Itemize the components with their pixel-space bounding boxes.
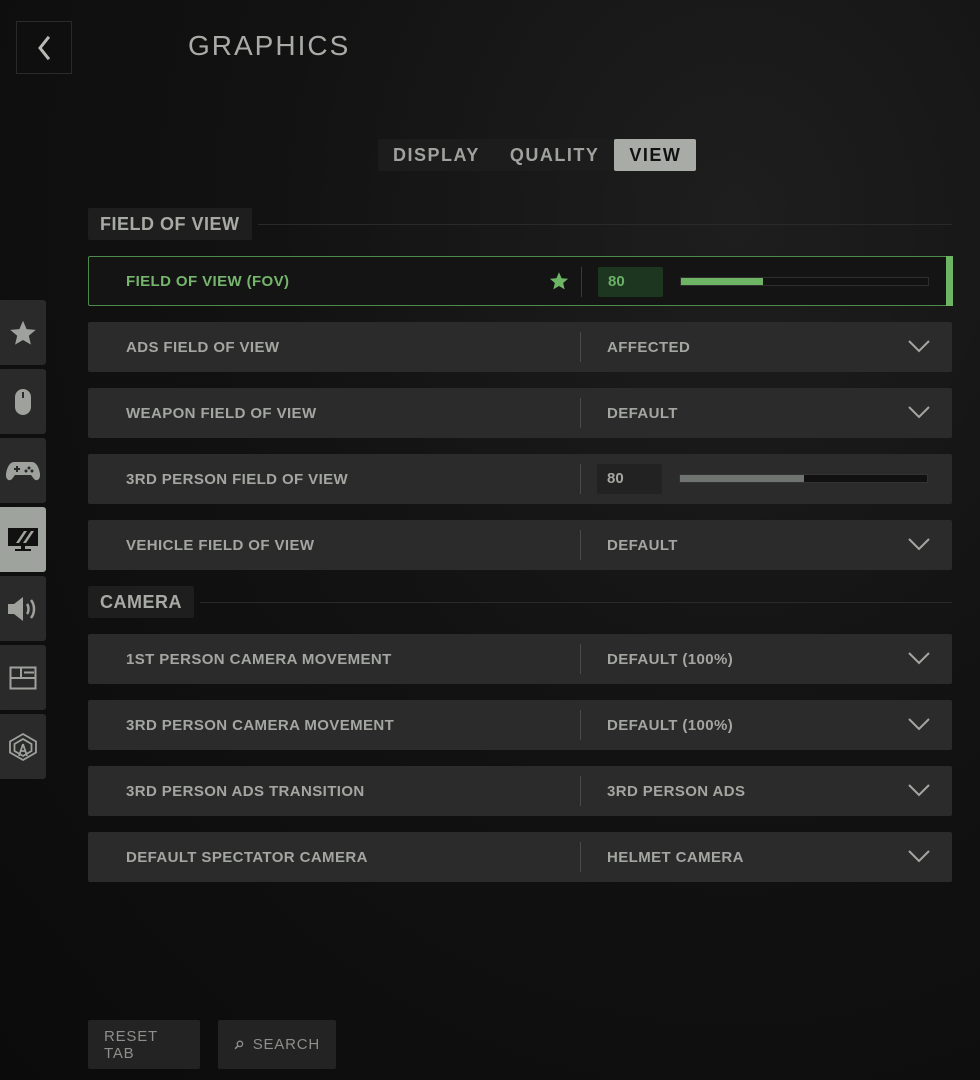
setting-row-vehicle-fov[interactable]: VEHICLE FIELD OF VIEW DEFAULT: [88, 520, 952, 570]
setting-label: ADS FIELD OF VIEW: [126, 338, 280, 356]
section-header-fov: FIELD OF VIEW: [88, 208, 952, 240]
nav-favorites[interactable]: [0, 300, 46, 365]
setting-label: VEHICLE FIELD OF VIEW: [126, 536, 315, 554]
row-divider: [580, 776, 581, 806]
row-divider: [580, 842, 581, 872]
chevron-down-icon: [908, 538, 930, 551]
search-icon: [234, 1040, 244, 1049]
setting-row-3rd-person-camera-movement[interactable]: 3RD PERSON CAMERA MOVEMENT DEFAULT (100%…: [88, 700, 952, 750]
star-icon: [10, 320, 36, 345]
nav-account-network[interactable]: [0, 714, 46, 779]
3rd-person-fov-slider[interactable]: [679, 474, 928, 483]
network-icon: [9, 732, 37, 761]
nav-interface[interactable]: [0, 645, 46, 710]
gamepad-icon: [6, 461, 40, 480]
row-divider: [580, 398, 581, 428]
chevron-down-icon: [908, 652, 930, 665]
section-header-camera: CAMERA: [88, 586, 952, 618]
monitor-icon: [8, 527, 38, 551]
dropdown-value: HELMET CAMERA: [607, 848, 744, 866]
setting-row-fov[interactable]: FIELD OF VIEW (FOV) 80: [88, 256, 953, 306]
page-title: GRAPHICS: [188, 30, 351, 61]
setting-label: DEFAULT SPECTATOR CAMERA: [126, 848, 368, 866]
row-divider: [580, 710, 581, 740]
dropdown-value: 3RD PERSON ADS: [607, 782, 746, 800]
fov-slider-fill: [681, 278, 763, 285]
back-button[interactable]: [16, 21, 72, 74]
tab-quality[interactable]: QUALITY: [495, 139, 615, 171]
interface-icon: [9, 666, 37, 689]
search-label: SEARCH: [252, 1036, 320, 1053]
chevron-down-icon: [908, 340, 930, 353]
tab-view[interactable]: VIEW: [614, 139, 697, 171]
setting-label: WEAPON FIELD OF VIEW: [126, 404, 317, 422]
setting-label: 3RD PERSON CAMERA MOVEMENT: [126, 716, 395, 734]
nav-mouse[interactable]: [0, 369, 46, 434]
setting-row-weapon-fov[interactable]: WEAPON FIELD OF VIEW DEFAULT: [88, 388, 952, 438]
setting-row-ads-fov[interactable]: ADS FIELD OF VIEW AFFECTED: [88, 322, 952, 372]
fov-slider[interactable]: [680, 277, 929, 286]
setting-label: 3RD PERSON FIELD OF VIEW: [126, 470, 349, 488]
tab-display[interactable]: DISPLAY: [378, 139, 495, 171]
setting-row-3rd-person-fov[interactable]: 3RD PERSON FIELD OF VIEW 80: [88, 454, 952, 504]
reset-tab-button[interactable]: RESET TAB: [88, 1020, 200, 1069]
chevron-down-icon: [908, 718, 930, 731]
chevron-left-icon: [38, 35, 51, 60]
favorite-star-icon[interactable]: [549, 271, 569, 291]
dropdown-value: AFFECTED: [607, 338, 691, 356]
search-button[interactable]: SEARCH: [218, 1020, 336, 1069]
nav-graphics[interactable]: [0, 507, 46, 572]
reset-tab-label: RESET TAB: [104, 1027, 158, 1062]
dropdown-value: DEFAULT (100%): [607, 650, 734, 668]
tab-bar: DISPLAY QUALITY VIEW: [378, 139, 697, 171]
settings-category-nav: [0, 300, 46, 783]
dropdown-value: DEFAULT (100%): [607, 716, 734, 734]
dropdown-value: DEFAULT: [607, 536, 678, 554]
chevron-down-icon: [908, 784, 930, 797]
row-divider: [580, 332, 581, 362]
nav-audio[interactable]: [0, 576, 46, 641]
3rd-person-fov-value-input[interactable]: 80: [597, 464, 662, 494]
row-divider: [580, 644, 581, 674]
section-divider: [257, 223, 952, 225]
setting-label: 1ST PERSON CAMERA MOVEMENT: [126, 650, 392, 668]
section-title: FIELD OF VIEW: [88, 208, 252, 240]
mouse-icon: [15, 388, 31, 415]
3rd-person-fov-slider-fill: [680, 475, 804, 482]
nav-controller[interactable]: [0, 438, 46, 503]
setting-row-default-spectator-camera[interactable]: DEFAULT SPECTATOR CAMERA HELMET CAMERA: [88, 832, 952, 882]
selection-indicator: [946, 256, 953, 306]
speaker-icon: [8, 596, 36, 621]
dropdown-value: DEFAULT: [607, 404, 678, 422]
row-divider: [581, 267, 582, 297]
row-divider: [580, 464, 581, 494]
row-divider: [580, 530, 581, 560]
chevron-down-icon: [908, 850, 930, 863]
setting-row-1st-person-camera-movement[interactable]: 1ST PERSON CAMERA MOVEMENT DEFAULT (100%…: [88, 634, 952, 684]
chevron-down-icon: [908, 406, 930, 419]
setting-label: 3RD PERSON ADS TRANSITION: [126, 782, 365, 800]
setting-row-3rd-person-ads-transition[interactable]: 3RD PERSON ADS TRANSITION 3RD PERSON ADS: [88, 766, 952, 816]
fov-value-input[interactable]: 80: [598, 267, 663, 297]
section-divider: [200, 601, 952, 603]
setting-label: FIELD OF VIEW (FOV): [126, 272, 290, 290]
section-title: CAMERA: [88, 586, 194, 618]
